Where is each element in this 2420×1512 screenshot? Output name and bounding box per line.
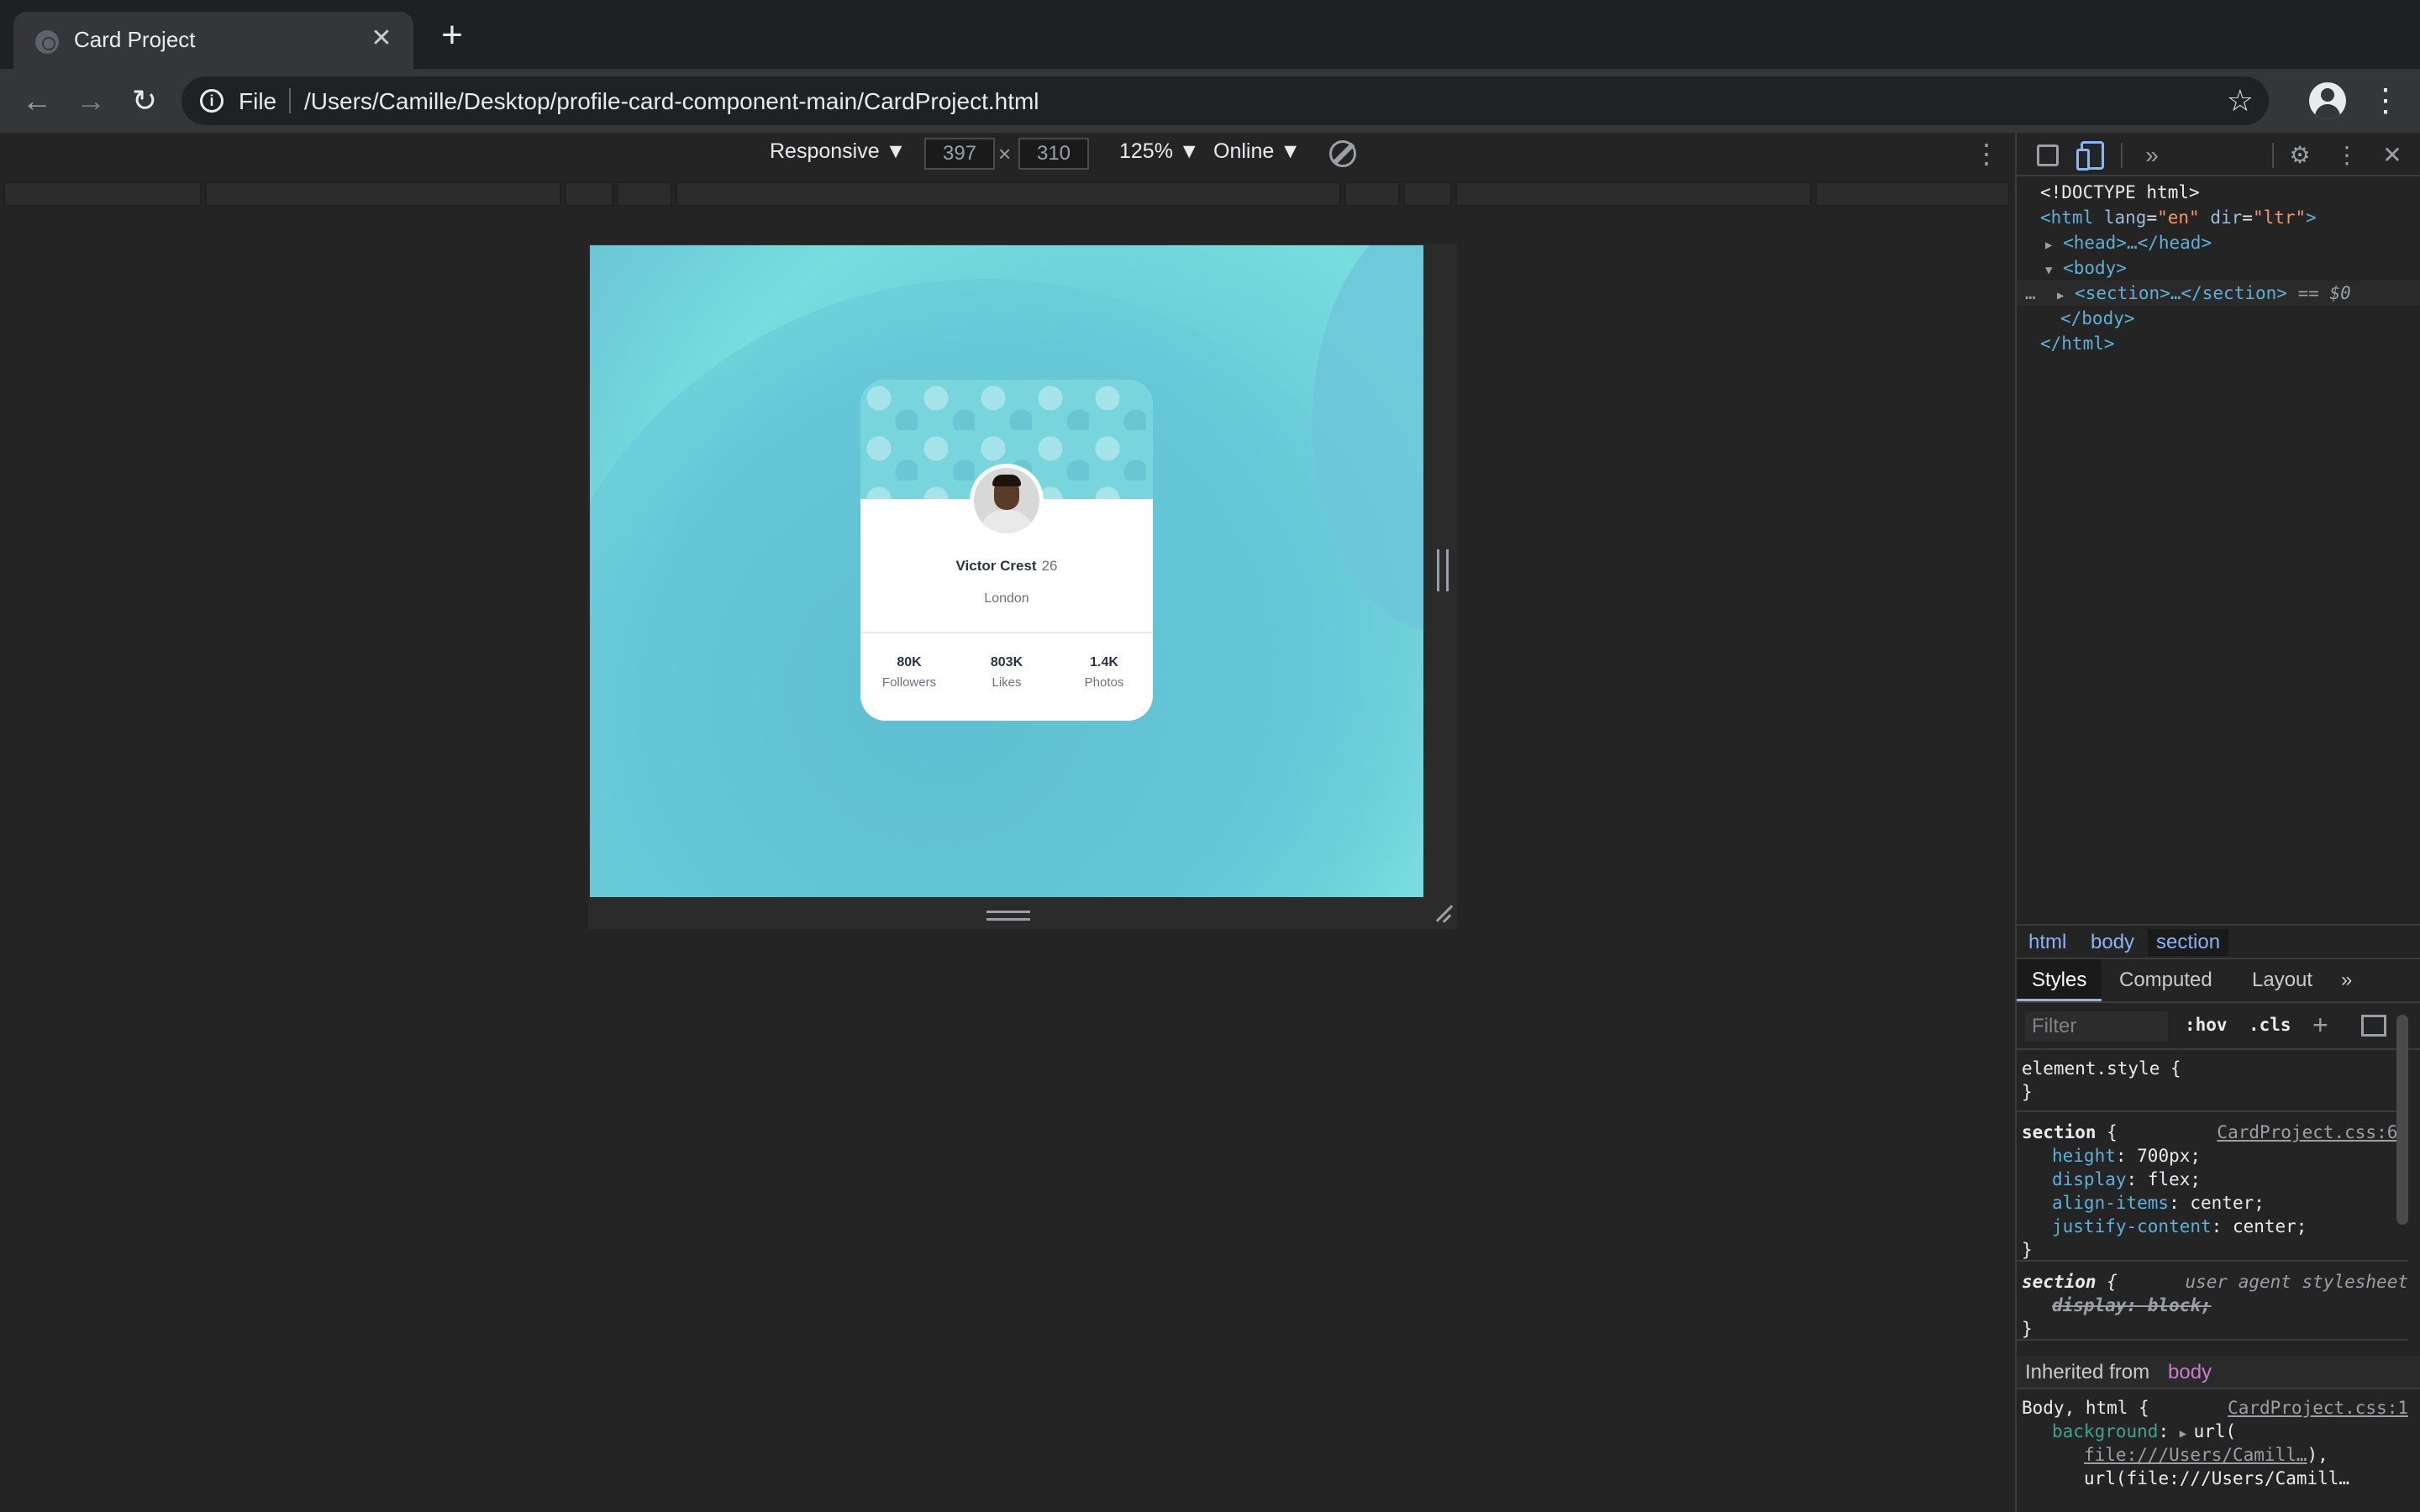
breadcrumb-html[interactable]: html (2020, 929, 2075, 956)
devtools-menu-icon[interactable]: ⋮ (2334, 143, 2360, 168)
device-mode-select[interactable]: Responsive ▼ (770, 139, 906, 164)
styles-subtabs: Styles Computed Layout » (2017, 959, 2420, 1003)
stat-label: Likes (992, 675, 1022, 690)
dom-head[interactable]: ▶ <head>…</head> (2045, 230, 2212, 258)
tab-computed[interactable]: Computed (2104, 959, 2228, 1001)
dom-html-close[interactable]: </html> (2040, 331, 2115, 356)
css-source-link[interactable]: CardProject.css:62 (2217, 1121, 2408, 1144)
dom-body[interactable]: ▼ <body> (2045, 255, 2127, 283)
inherited-header: Inherited from body (2017, 1356, 2420, 1389)
rule-section: section { CardProject.css:62 height: 700… (2017, 1114, 2408, 1262)
zoom-select[interactable]: 125% ▼ (1119, 139, 1200, 164)
css-property[interactable]: background: ▶ url( (2052, 1420, 2236, 1446)
dom-body-close[interactable]: </body> (2060, 306, 2135, 331)
profile-avatar-icon[interactable] (2309, 82, 2346, 119)
profile-name-row: Victor Crest 26 (860, 558, 1153, 575)
back-button[interactable]: ← (17, 81, 57, 121)
breadcrumb: html body section (2017, 924, 2420, 959)
network-throttle-select[interactable]: Online ▼ (1213, 139, 1301, 164)
css-url-value[interactable]: url(file:///Users/Camill… (2084, 1467, 2349, 1490)
dom-section[interactable]: … ▶ <section>…</section> == $0 (2025, 281, 2351, 308)
new-tab-button[interactable]: + (435, 17, 469, 54)
css-source-link[interactable]: CardProject.css:1 (2228, 1396, 2408, 1420)
dom-html[interactable]: <html lang="en" dir="ltr"> (2040, 205, 2317, 230)
hov-toggle[interactable]: :hov (2185, 1015, 2228, 1035)
user-agent-label: user agent stylesheet (2185, 1272, 2408, 1292)
inherited-from-link[interactable]: body (2168, 1361, 2212, 1384)
resize-handle-right[interactable] (1437, 549, 1449, 591)
styles-filter-input[interactable]: Filter (2025, 1011, 2168, 1042)
address-bar[interactable]: i File /Users/Camille/Desktop/profile-ca… (182, 76, 2269, 125)
tab-styles[interactable]: Styles (2017, 959, 2102, 1001)
devtools-close-icon[interactable]: ✕ (2380, 143, 2405, 168)
css-property[interactable]: justify-content: center; (2052, 1215, 2307, 1238)
device-toggle-icon[interactable] (2076, 141, 2104, 171)
globe-icon (35, 30, 59, 54)
tab-layout[interactable]: Layout (2237, 959, 2328, 1001)
stat-label: Photos (1084, 675, 1124, 690)
card-divider (860, 632, 1153, 633)
resize-handle-corner[interactable] (1432, 904, 1452, 924)
sidebar-toggle-icon[interactable] (2361, 1015, 2386, 1037)
rotate-icon[interactable] (1329, 140, 1356, 167)
browser-menu-button[interactable]: ⋮ (2370, 82, 2402, 119)
more-subtabs-icon[interactable]: » (2326, 959, 2367, 1001)
stat-followers: 80K Followers (860, 655, 958, 690)
stat-label: Followers (881, 675, 937, 690)
device-toolbar: Responsive ▼ 397 × 310 125% ▼ Online ▼ ⋮ (0, 133, 2013, 176)
rule-user-agent: section { user agent stylesheet display:… (2017, 1263, 2408, 1341)
media-query-bar[interactable] (0, 181, 2013, 207)
styles-scrollbar[interactable] (2396, 1015, 2408, 1225)
stat-photos: 1.4K Photos (1055, 655, 1153, 690)
stat-value: 803K (990, 655, 1023, 669)
url-text[interactable]: /Users/Camille/Desktop/profile-card-comp… (304, 88, 1039, 115)
profile-card: Victor Crest 26 London 80K Followers 803K… (860, 380, 1153, 721)
tab-strip: Card Project ✕ + (0, 0, 2420, 69)
browser-toolbar: ← → ↻ i File /Users/Camille/Desktop/prof… (0, 69, 2420, 133)
profile-photo (970, 464, 1044, 538)
url-separator (289, 88, 291, 113)
devtools-panel: » ⚙ ⋮ ✕ <!DOCTYPE html> <html lang="en" … (2015, 133, 2420, 1512)
collapse-arrow-icon: ▼ (2045, 264, 2053, 277)
dimension-separator: × (998, 141, 1012, 166)
css-url-value[interactable]: file:///Users/Camill…), (2084, 1443, 2328, 1467)
css-property[interactable]: height: 700px; (2052, 1144, 2201, 1168)
profile-name: Victor Crest (955, 558, 1037, 574)
reload-button[interactable]: ↻ (124, 81, 165, 121)
profile-age: 26 (1041, 558, 1058, 574)
viewport-height-input[interactable]: 310 (1018, 138, 1089, 170)
inspect-element-icon[interactable] (2037, 144, 2059, 166)
settings-gear-icon[interactable]: ⚙ (2287, 143, 2312, 168)
profile-city: London (984, 591, 1029, 606)
url-scheme: File (239, 88, 277, 114)
dom-row-menu-icon: … (2025, 283, 2036, 303)
resize-handle-bottom[interactable] (986, 911, 1030, 921)
stat-value: 80K (897, 655, 922, 669)
breadcrumb-body[interactable]: body (2082, 929, 2143, 956)
rule-element-style: element.style { } (2017, 1050, 2408, 1112)
close-tab-icon[interactable]: ✕ (366, 24, 397, 54)
info-icon[interactable]: i (200, 89, 224, 113)
dom-doctype[interactable]: <!DOCTYPE html> (2040, 180, 2200, 205)
cls-toggle[interactable]: .cls (2249, 1015, 2291, 1035)
overridden-property: display: block; (2052, 1295, 2212, 1315)
breadcrumb-section[interactable]: section (2148, 929, 2229, 956)
tab-title: Card Project (74, 27, 196, 52)
forward-button[interactable]: → (71, 81, 111, 121)
viewport-width-input[interactable]: 397 (924, 138, 995, 170)
stat-value: 1.4K (1090, 655, 1118, 669)
css-property[interactable]: display: flex; (2052, 1168, 2201, 1191)
stat-likes: 803K Likes (958, 655, 1055, 690)
device-toolbar-more-icon[interactable]: ⋮ (1973, 138, 2000, 170)
browser-tab[interactable]: Card Project ✕ (13, 12, 413, 69)
styles-filter-bar: Filter :hov .cls + (2017, 1003, 2420, 1050)
bookmark-star-icon[interactable]: ☆ (2227, 83, 2254, 118)
more-panels-icon[interactable]: » (2139, 143, 2165, 168)
new-style-rule-icon[interactable]: + (2312, 1010, 2328, 1041)
css-property[interactable]: align-items: center; (2052, 1191, 2265, 1215)
expand-arrow-icon: ▶ (2056, 289, 2065, 302)
devtools-topbar: » ⚙ ⋮ ✕ (2017, 133, 2420, 176)
emulated-viewport: Victor Crest 26 London 80K Followers 803K… (590, 245, 1423, 897)
expand-arrow-icon: ▶ (2045, 239, 2053, 252)
